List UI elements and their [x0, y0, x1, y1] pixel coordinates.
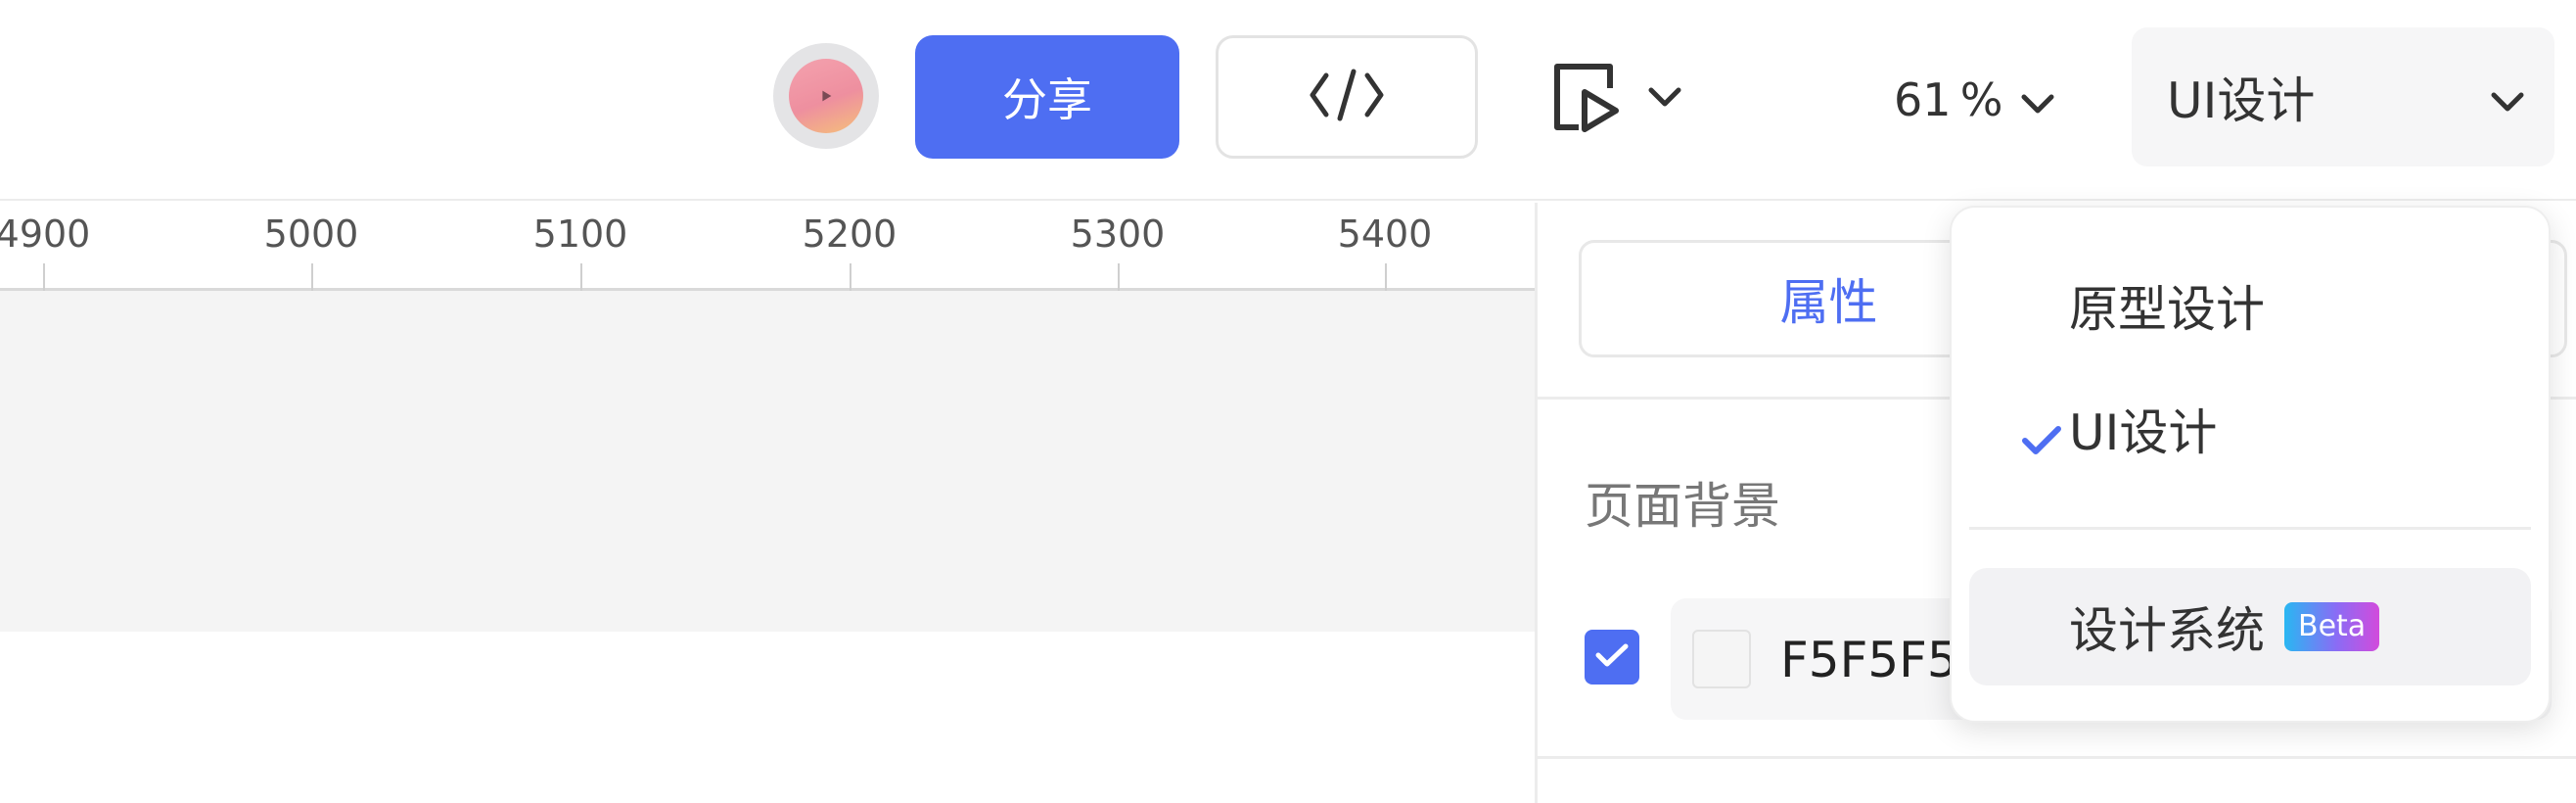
chevron-down-icon — [1647, 85, 1682, 113]
menu-item-ui-design[interactable]: UI设计 — [1969, 370, 2531, 488]
divider — [1538, 756, 2576, 759]
artboard[interactable] — [0, 291, 1535, 632]
chevron-down-icon — [2490, 69, 2525, 125]
play-preview-icon — [1551, 59, 1624, 139]
app-root: 分享 61 % UI设计 4900 5000 5100 5200 5300 54… — [0, 0, 2576, 803]
zoom-selector[interactable]: 61 % — [1894, 61, 2055, 139]
code-button[interactable] — [1216, 35, 1478, 159]
share-button[interactable]: 分享 — [915, 35, 1179, 159]
tab-properties-label: 属性 — [1779, 274, 1878, 331]
zoom-value: 61 % — [1894, 73, 2003, 126]
code-icon — [1309, 68, 1385, 126]
design-canvas[interactable] — [0, 291, 1535, 803]
user-avatar[interactable] — [773, 43, 879, 149]
menu-item-label: 原型设计 — [2069, 281, 2265, 338]
design-mode-value: UI设计 — [2167, 72, 2316, 129]
menu-item-row: 设计系统 Beta — [2069, 591, 2380, 662]
chevron-down-icon — [2020, 73, 2055, 126]
check-icon — [2020, 412, 2063, 454]
page-background-title: 页面背景 — [1585, 478, 1780, 535]
menu-item-prototype-design[interactable]: 原型设计 — [1969, 247, 2531, 364]
top-toolbar: 分享 61 % UI设计 — [0, 0, 2576, 201]
share-button-label: 分享 — [1002, 73, 1092, 126]
color-swatch[interactable] — [1692, 630, 1751, 688]
background-color-value[interactable]: F5F5F5 — [1780, 632, 1958, 688]
avatar-icon — [789, 59, 863, 133]
horizontal-ruler: 4900 5000 5100 5200 5300 5400 — [0, 203, 1535, 291]
check-icon — [1594, 641, 1630, 673]
menu-item-design-system[interactable]: 设计系统 Beta — [1969, 568, 2531, 685]
preview-button[interactable] — [1551, 55, 1718, 143]
beta-badge: Beta — [2284, 602, 2380, 651]
menu-item-label: 设计系统 — [2069, 602, 2265, 659]
menu-item-label: UI设计 — [2069, 404, 2218, 461]
menu-separator — [1969, 527, 2531, 530]
design-mode-dropdown: 原型设计 UI设计 设计系统 Beta — [1950, 206, 2551, 723]
design-mode-select[interactable]: UI设计 — [2132, 27, 2554, 166]
background-enabled-checkbox[interactable] — [1585, 630, 1639, 685]
